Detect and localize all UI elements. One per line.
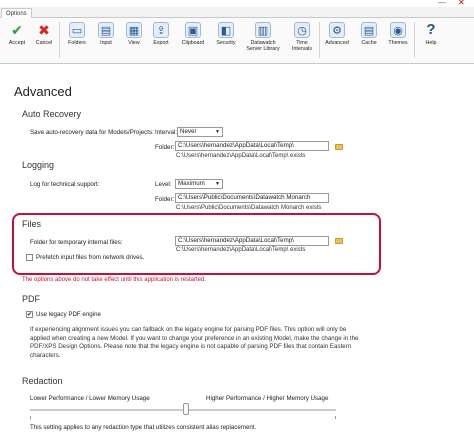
themes-label: Themes (388, 40, 408, 46)
temp-folder-label: Folder for temporary internal files: (30, 239, 123, 246)
checkmark-icon: ✔ (11, 22, 23, 38)
input-label: Input (100, 40, 112, 46)
files-heading: Files (22, 219, 42, 229)
redaction-note: This setting applies to any redaction ty… (30, 424, 257, 431)
tab-strip: Options (0, 7, 474, 19)
cancel-button[interactable]: ✖ Cancel (28, 22, 60, 46)
time-intervals-button[interactable]: ◷ Time Intervals (286, 22, 318, 52)
level-label: Level: (155, 181, 172, 188)
ribbon-separator (319, 22, 320, 58)
legacy-pdf-label: Use legacy PDF engine (36, 311, 102, 318)
server-library-icon: ▥ (255, 22, 271, 38)
view-label: View (128, 40, 140, 46)
legacy-pdf-checkbox[interactable]: ✔ (26, 311, 33, 318)
security-label: Security (216, 40, 236, 46)
browse-folder-icon[interactable] (335, 144, 343, 150)
log-support-label: Log for technical support: (30, 181, 100, 188)
server-library-label: Server Library (246, 46, 280, 52)
interval-label: Interval: (155, 129, 178, 136)
advanced-wrench-icon: ⚙ (329, 22, 345, 38)
intervals-label: Intervals (291, 46, 313, 52)
pdf-heading: PDF (22, 294, 40, 304)
ribbon-toolbar: ✔ Accept ✖ Cancel ▭ Folders ▤ Input ▦ Vi… (0, 18, 474, 64)
restart-warning: The options above do not take effect unt… (22, 277, 207, 283)
logging-folder-label: Folder: (155, 196, 175, 203)
slider-tick (335, 416, 336, 419)
clipboard-button[interactable]: ▣ Clipboard (177, 22, 209, 46)
cache-button[interactable]: ▤ Cache (353, 22, 385, 46)
auto-recovery-folder-input[interactable]: C:\Users\hernandez\AppData\Local\Temp\ (175, 141, 329, 151)
prefetch-label: Prefetch input files from network drives… (36, 254, 145, 261)
help-button[interactable]: ? Help (415, 21, 447, 47)
interval-dropdown[interactable]: Never ▼ (177, 127, 223, 137)
ribbon-separator (59, 22, 60, 58)
export-icon: ⇪ (153, 22, 169, 38)
close-window-button[interactable]: ✕ (458, 0, 470, 7)
redaction-slider-thumb[interactable] (183, 403, 189, 415)
temp-folder-input[interactable]: C:\Users\hernandez\AppData\Local\Temp\ (175, 236, 329, 246)
export-button[interactable]: ⇪ Export (145, 22, 177, 46)
cache-label: Cache (361, 40, 377, 46)
input-icon: ▤ (98, 22, 114, 38)
view-icon: ▦ (126, 22, 142, 38)
security-button[interactable]: ◧ Security (210, 22, 242, 46)
log-level-value: Maximum (178, 180, 205, 187)
clipboard-label: Clipboard (181, 40, 205, 46)
log-level-dropdown[interactable]: Maximum ▼ (175, 179, 223, 189)
redaction-heading: Redaction (22, 376, 63, 386)
help-icon: ? (426, 21, 436, 38)
checkmark-icon: ✔ (27, 312, 33, 318)
themes-button[interactable]: ◉ Themes (382, 22, 414, 46)
clock-icon: ◷ (294, 22, 310, 38)
page-title: Advanced (14, 84, 72, 99)
interval-value: Never (180, 128, 197, 135)
datawatch-server-library-button[interactable]: ▥ Datawatch Server Library (243, 22, 283, 52)
logging-folder-input[interactable]: C:\Users\Public\Documents\Datawatch Mona… (175, 193, 329, 203)
minimize-button[interactable]: — (438, 0, 448, 7)
folders-button[interactable]: ▭ Folders (61, 22, 93, 46)
low-performance-label: Lower Performance / Lower Memory Usage (30, 395, 150, 402)
auto-recovery-heading: Auto Recovery (22, 109, 82, 119)
help-label: Help (425, 40, 437, 46)
high-performance-label: Higher Performance / Higher Memory Usage (206, 395, 329, 402)
themes-palette-icon: ◉ (390, 22, 406, 38)
browse-folder-icon[interactable] (335, 238, 343, 244)
logging-heading: Logging (22, 160, 55, 170)
chevron-down-icon: ▼ (215, 129, 220, 135)
advanced-label: Advanced (325, 40, 349, 46)
accept-label: Accept (8, 40, 26, 46)
cache-database-icon: ▤ (361, 22, 377, 38)
prefetch-checkbox[interactable] (26, 254, 33, 261)
auto-recovery-folder-label: Folder: (155, 144, 175, 151)
auto-recovery-save-label: Save auto-recovery data for Models/Proje… (30, 129, 154, 136)
clipboard-icon: ▣ (185, 22, 201, 38)
auto-recovery-folder-status: C:\Users\hernandez\AppData\Local\Temp\ e… (176, 153, 306, 159)
temp-folder-status: C:\Users\hernandez\AppData\Local\Temp\ e… (176, 247, 306, 253)
export-label: Export (153, 40, 169, 46)
advanced-options-panel: Advanced Auto Recovery Save auto-recover… (0, 65, 474, 440)
folders-label: Folders (68, 40, 86, 46)
pdf-description: If experiencing alignment issues you can… (30, 326, 359, 359)
cancel-label: Cancel (35, 40, 53, 46)
chevron-down-icon: ▼ (215, 181, 220, 187)
folders-icon: ▭ (69, 22, 85, 38)
advanced-button[interactable]: ⚙ Advanced (321, 22, 353, 46)
logging-folder-status: C:\Users\Public\Documents\Datawatch Mona… (176, 205, 322, 211)
security-icon: ◧ (218, 22, 234, 38)
cancel-x-icon: ✖ (38, 22, 50, 38)
slider-tick (30, 416, 31, 419)
